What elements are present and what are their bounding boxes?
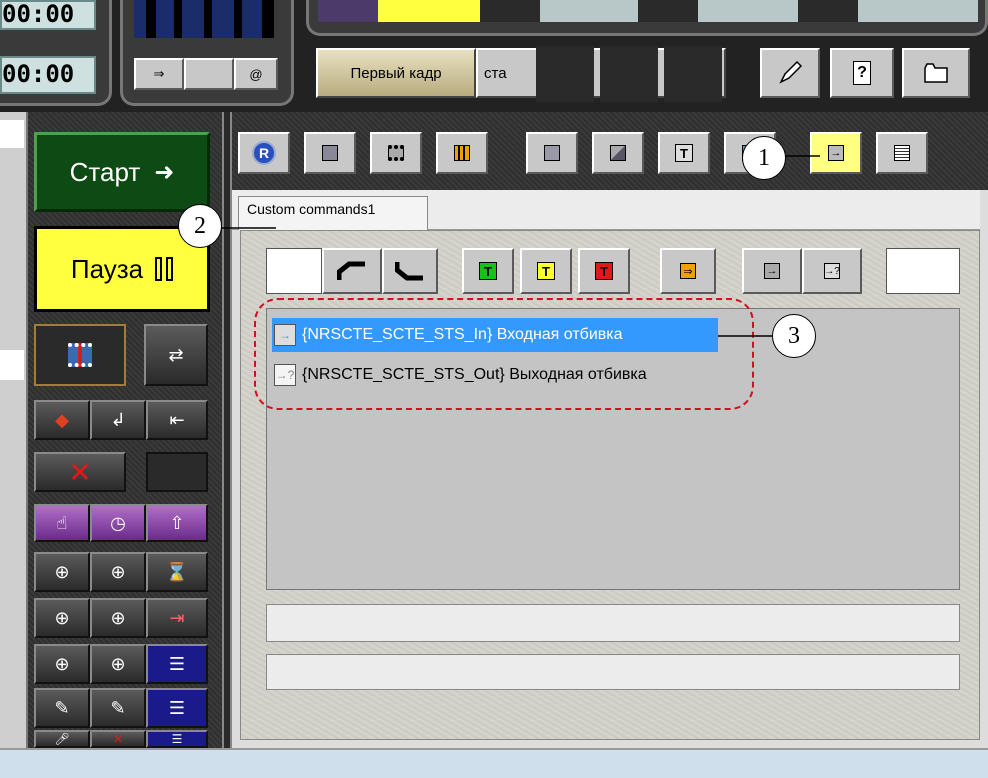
callout-2: 2 — [178, 204, 222, 248]
callout-leader-lines — [222, 155, 820, 337]
callout-1: 1 — [742, 136, 786, 180]
callout-3: 3 — [772, 314, 816, 358]
